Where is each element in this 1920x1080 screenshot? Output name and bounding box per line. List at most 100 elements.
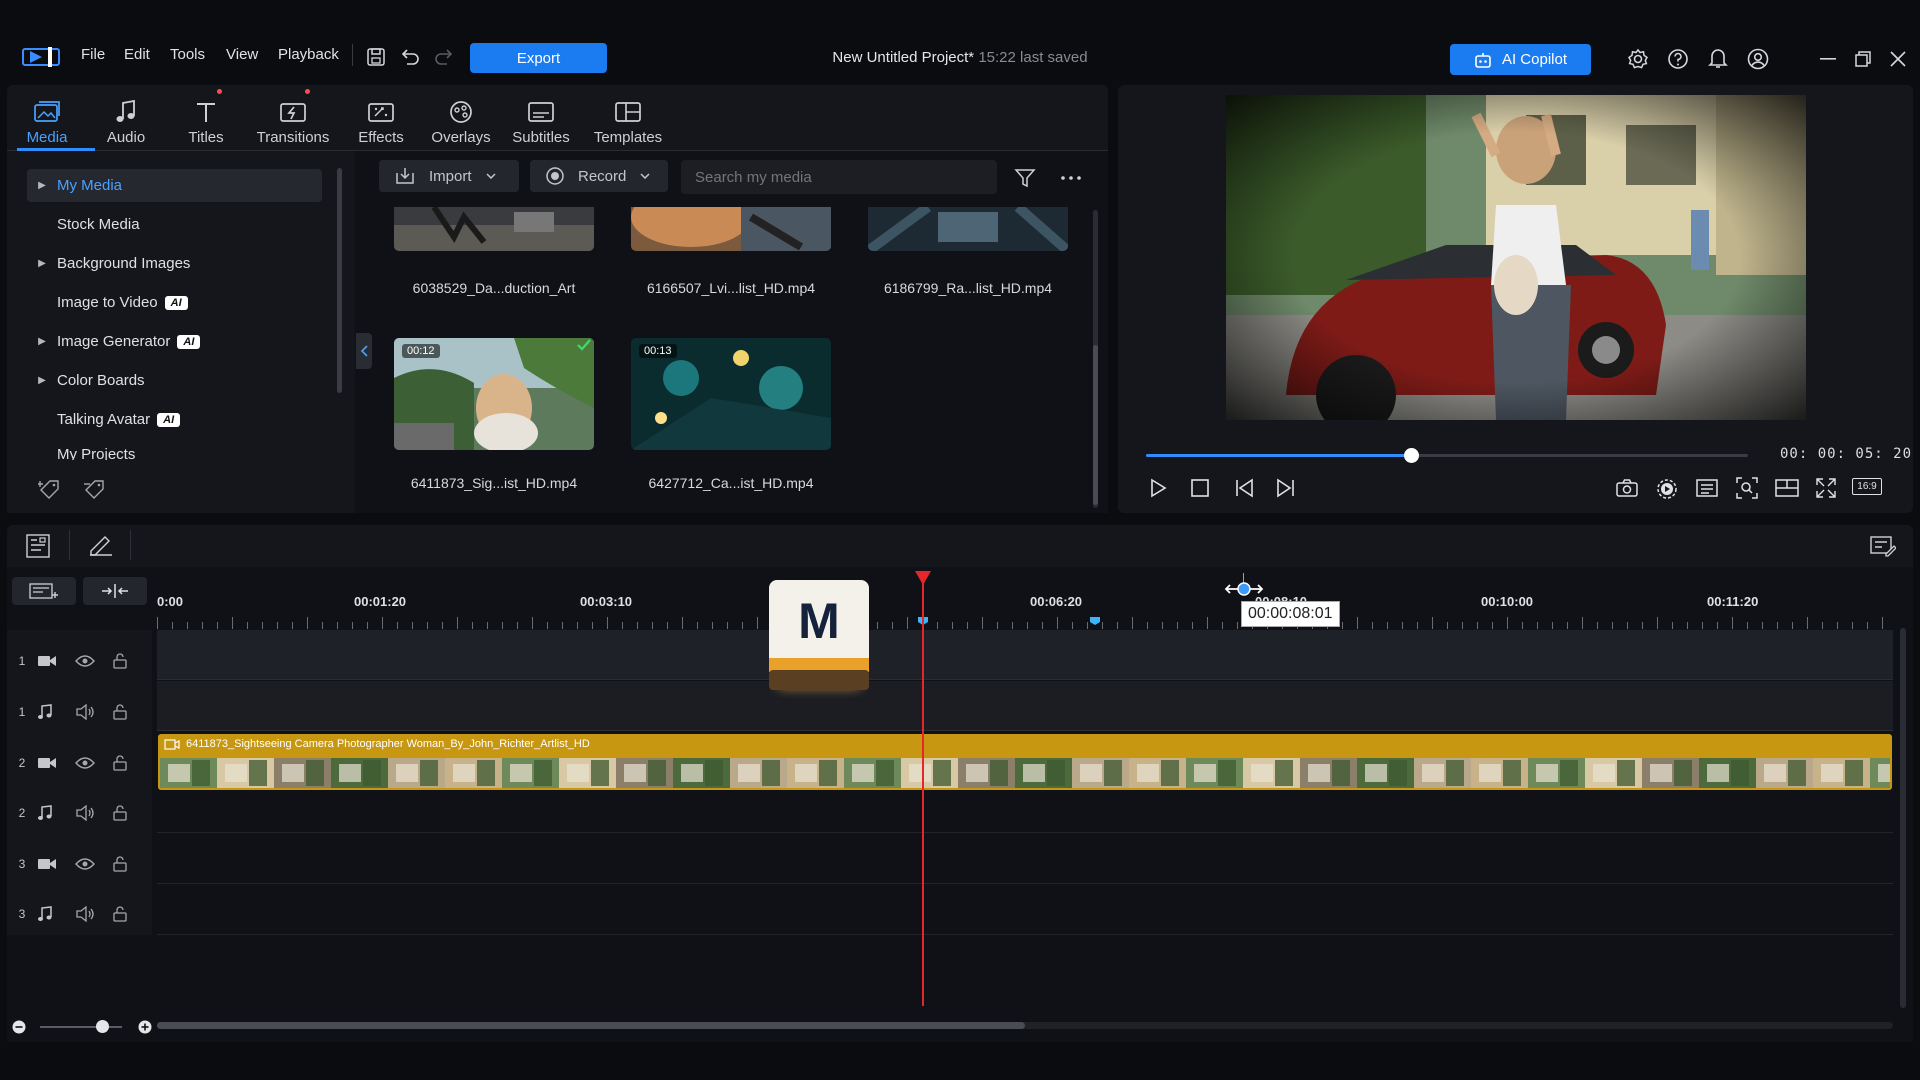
timeline-scroll-thumb[interactable] — [157, 1022, 1025, 1029]
layout-icon[interactable] — [1775, 479, 1799, 497]
media-grid-scroll-thumb[interactable] — [1093, 345, 1098, 505]
speaker-icon[interactable] — [71, 905, 113, 922]
track-lane-video-3[interactable] — [157, 834, 1893, 884]
zoom-slider-handle[interactable] — [96, 1020, 109, 1033]
aspect-ratio-button[interactable]: 16:9 — [1852, 478, 1882, 495]
chevron-down-icon — [485, 173, 496, 179]
tab-transitions[interactable]: Transitions — [253, 95, 333, 146]
track-header-video-2: 2 — [7, 737, 152, 788]
fit-timeline-button[interactable] — [83, 577, 147, 605]
filter-icon[interactable] — [1014, 167, 1036, 189]
playhead-handle[interactable] — [915, 571, 931, 585]
marker-flag-icon[interactable] — [1089, 616, 1101, 626]
effects-icon — [341, 95, 421, 129]
ai-copilot-button[interactable]: AI Copilot — [1450, 44, 1591, 75]
filmstrip-frame — [673, 758, 730, 788]
speaker-icon[interactable] — [71, 703, 113, 720]
tab-subtitles[interactable]: Subtitles — [501, 95, 581, 146]
media-thumbnail[interactable] — [394, 207, 594, 251]
sidebar-item-background-images[interactable]: ▶ Background Images — [27, 247, 322, 280]
filmstrip-frame — [1471, 758, 1528, 788]
media-thumbnail[interactable]: 00:12 — [394, 338, 594, 450]
track-lane-video-1[interactable] — [157, 630, 1893, 680]
render-preview-icon[interactable] — [1656, 477, 1680, 499]
account-icon[interactable] — [1747, 48, 1769, 70]
marker-list-icon[interactable] — [1696, 479, 1718, 497]
track-lane-audio-1[interactable] — [157, 681, 1893, 731]
import-icon — [395, 167, 415, 185]
tab-subtitles-label: Subtitles — [512, 129, 570, 146]
next-frame-icon[interactable] — [1274, 478, 1296, 498]
lock-icon[interactable] — [113, 905, 127, 922]
sidebar-item-label: Background Images — [57, 255, 191, 272]
ruler-label: 00:03:10 — [580, 594, 633, 609]
timeline-settings-icon[interactable] — [1870, 534, 1896, 558]
speaker-icon[interactable] — [71, 804, 113, 821]
help-icon[interactable] — [1667, 48, 1689, 70]
sidebar-item-stock-media[interactable]: Stock Media — [27, 208, 322, 241]
tab-titles[interactable]: Titles — [166, 95, 246, 146]
tab-media[interactable]: Media — [7, 95, 87, 146]
record-button[interactable]: Record — [530, 160, 668, 192]
zoom-slider-track[interactable] — [40, 1026, 122, 1028]
lock-icon[interactable] — [113, 855, 127, 872]
sidebar-scrollbar[interactable] — [337, 168, 342, 393]
sidebar-item-my-media[interactable]: ▶ My Media — [27, 169, 322, 202]
more-options-icon[interactable] — [1061, 176, 1081, 180]
preview-scrubber-handle[interactable] — [1403, 448, 1419, 463]
visibility-eye-icon[interactable] — [71, 654, 113, 668]
stop-icon[interactable] — [1191, 479, 1209, 497]
add-track-button[interactable] — [12, 577, 76, 605]
minimize-icon[interactable] — [1820, 58, 1836, 60]
tab-effects[interactable]: Effects — [341, 95, 421, 146]
media-thumbnail[interactable] — [631, 207, 831, 251]
lock-icon[interactable] — [113, 703, 127, 720]
filmstrip-frame — [958, 758, 1015, 788]
add-tag-icon[interactable] — [38, 478, 64, 500]
edit-pen-icon[interactable] — [88, 535, 114, 557]
search-input[interactable] — [681, 160, 997, 194]
timeline-ruler[interactable] — [157, 615, 1893, 629]
sidebar-item-image-generator[interactable]: ▶ Image Generator AI — [27, 325, 322, 358]
clip-name: 6411873_Sightseeing Camera Photographer … — [186, 738, 590, 750]
timeline-grid-icon[interactable] — [26, 534, 50, 558]
lock-icon[interactable] — [113, 754, 127, 771]
tab-templates[interactable]: Templates — [588, 95, 668, 146]
expand-arrow-icon: ▶ — [38, 180, 46, 191]
zoom-in-icon[interactable] — [138, 1020, 152, 1034]
fullscreen-icon[interactable] — [1815, 477, 1837, 499]
lock-icon[interactable] — [113, 804, 127, 821]
previous-frame-icon[interactable] — [1234, 478, 1256, 498]
collapse-sidebar-button[interactable] — [356, 333, 372, 369]
remove-tag-icon[interactable] — [83, 478, 109, 500]
media-filename: 6411873_Sig...ist_HD.mp4 — [410, 475, 578, 491]
filmstrip-frame — [730, 758, 787, 788]
lock-icon[interactable] — [113, 652, 127, 669]
tab-audio-label: Audio — [106, 129, 146, 146]
ruler-label: 00:06:20 — [1030, 594, 1083, 609]
play-icon[interactable] — [1148, 478, 1168, 498]
zoom-preview-icon[interactable] — [1736, 477, 1758, 499]
snapshot-camera-icon[interactable] — [1615, 478, 1639, 498]
sidebar-item-image-to-video[interactable]: Image to Video AI — [27, 286, 322, 319]
zoom-out-icon[interactable] — [12, 1020, 26, 1034]
sidebar-item-color-boards[interactable]: ▶ Color Boards — [27, 364, 322, 397]
notification-bell-icon[interactable] — [1708, 47, 1728, 69]
tab-audio[interactable]: Audio — [86, 95, 166, 146]
settings-gear-icon[interactable] — [1627, 48, 1649, 70]
track-lane-audio-3[interactable] — [157, 885, 1893, 935]
media-thumbnail[interactable]: 00:13 — [631, 338, 831, 450]
close-icon[interactable] — [1890, 51, 1906, 67]
sidebar-item-my-projects[interactable]: My Projects — [27, 446, 322, 460]
visibility-eye-icon[interactable] — [71, 756, 113, 770]
tab-overlays[interactable]: Overlays — [421, 95, 501, 146]
timeline-vertical-scrollbar[interactable] — [1900, 628, 1906, 1008]
sidebar-item-talking-avatar[interactable]: Talking Avatar AI — [27, 403, 322, 436]
timeline-playhead[interactable] — [922, 578, 924, 1006]
restore-icon[interactable] — [1855, 51, 1871, 67]
timeline-video-clip[interactable]: 6411873_Sightseeing Camera Photographer … — [158, 734, 1892, 790]
visibility-eye-icon[interactable] — [71, 857, 113, 871]
track-lane-audio-2[interactable] — [157, 783, 1893, 833]
import-button[interactable]: Import — [379, 160, 519, 192]
media-thumbnail[interactable] — [868, 207, 1068, 251]
